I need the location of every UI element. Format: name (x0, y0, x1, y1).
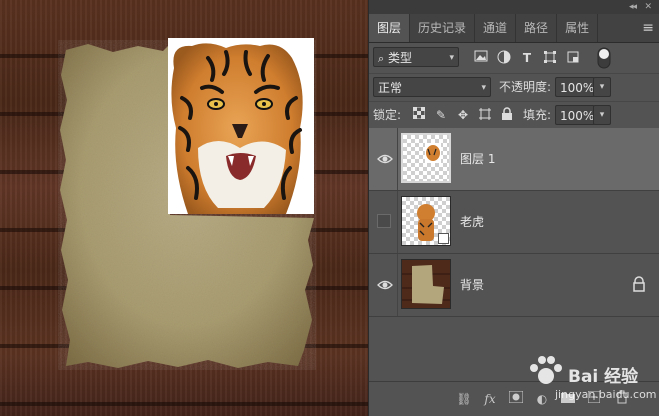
blend-mode-dropdown[interactable]: 正常 ▾ (373, 77, 491, 97)
fill-dropdown-button[interactable]: ▾ (593, 105, 611, 125)
adjustment-layer-icon[interactable]: ◐ (533, 390, 551, 408)
eye-icon[interactable] (377, 151, 393, 167)
blend-mode-value: 正常 (378, 81, 403, 95)
layer-thumbnail[interactable] (401, 259, 451, 309)
layer-name[interactable]: 老虎 (460, 191, 484, 253)
type-filter-icon[interactable]: T (519, 50, 535, 66)
opacity-dropdown-button[interactable]: ▾ (593, 77, 611, 97)
lock-artboard-icon[interactable] (477, 107, 493, 123)
opacity-label: 不透明度: (499, 80, 552, 94)
add-mask-icon[interactable] (507, 390, 525, 408)
lock-all-icon[interactable] (499, 107, 515, 123)
layer-name[interactable]: 图层 1 (460, 128, 495, 190)
layer-row-layer1[interactable]: 图层 1 (369, 128, 659, 191)
divider (397, 128, 398, 190)
tab-properties[interactable]: 属性 (557, 14, 599, 42)
lock-transparent-pixels-icon[interactable] (411, 106, 427, 123)
collapse-icon[interactable]: ◂◂ (629, 0, 637, 14)
tab-channels[interactable]: 通道 (475, 14, 517, 42)
opacity-value: 100% (560, 81, 595, 95)
panel-title-strip: ◂◂ ✕ (369, 0, 659, 14)
shape-filter-icon[interactable] (542, 50, 558, 66)
filter-kind-dropdown[interactable]: ⌕ 类型 ▾ (373, 47, 459, 67)
watermark-url: jingyan.baidu.com (555, 388, 657, 401)
layers-panel: ◂◂ ✕ 图层 历史记录 通道 路径 属性 ≡ ⌕ 类型 ▾ T 正常 ▾ 不透… (368, 0, 659, 416)
lock-icon (633, 276, 645, 292)
layer-name[interactable]: 背景 (460, 254, 484, 316)
lock-position-icon[interactable]: ✥ (455, 107, 471, 123)
layer-row-tiger[interactable]: 老虎 (369, 191, 659, 254)
lock-label: 锁定: (373, 108, 402, 122)
fx-button[interactable]: fx (481, 390, 499, 408)
tiger-image (168, 38, 314, 214)
visibility-toggle[interactable] (377, 214, 391, 228)
chevron-down-icon: ▾ (449, 53, 454, 63)
layer-thumbnail[interactable] (401, 133, 451, 183)
tab-layers[interactable]: 图层 (369, 14, 411, 42)
layers-list: 图层 1 老虎 背景 (369, 128, 659, 382)
document-canvas[interactable] (0, 0, 368, 416)
close-icon[interactable]: ✕ (644, 0, 652, 14)
link-layers-icon[interactable]: ⛓ (455, 390, 473, 408)
pixel-filter-icon[interactable] (473, 50, 489, 66)
tab-history[interactable]: 历史记录 (410, 14, 476, 42)
adjustment-filter-icon[interactable] (496, 50, 512, 66)
blend-row: 正常 ▾ 不透明度: 100% ▾ (369, 74, 659, 102)
lock-row: 锁定: ✎ ✥ 填充: 100% ▾ (369, 102, 659, 130)
lock-image-pixels-icon[interactable]: ✎ (433, 107, 449, 123)
layer-row-background[interactable]: 背景 (369, 254, 659, 317)
divider (397, 191, 398, 253)
tab-paths[interactable]: 路径 (516, 14, 558, 42)
filter-toggle-switch[interactable] (597, 47, 611, 69)
smart-object-icon (438, 233, 449, 244)
divider (397, 254, 398, 316)
smart-object-filter-icon[interactable] (565, 50, 581, 66)
layer-thumbnail[interactable] (401, 196, 451, 246)
fill-input[interactable]: 100% (555, 105, 595, 125)
fill-label: 填充: (523, 108, 552, 122)
eye-icon[interactable] (377, 277, 393, 293)
panel-menu-icon[interactable]: ≡ (642, 14, 654, 42)
search-icon: ⌕ (378, 52, 385, 65)
fill-value: 100% (560, 109, 595, 123)
filter-row: ⌕ 类型 ▾ T (369, 43, 659, 74)
filter-kind-value: 类型 (388, 51, 413, 65)
watermark-text: Bai 经验 (568, 367, 639, 387)
opacity-input[interactable]: 100% (555, 77, 595, 97)
panel-tabs: 图层 历史记录 通道 路径 属性 ≡ (369, 14, 659, 43)
chevron-down-icon: ▾ (481, 83, 486, 93)
